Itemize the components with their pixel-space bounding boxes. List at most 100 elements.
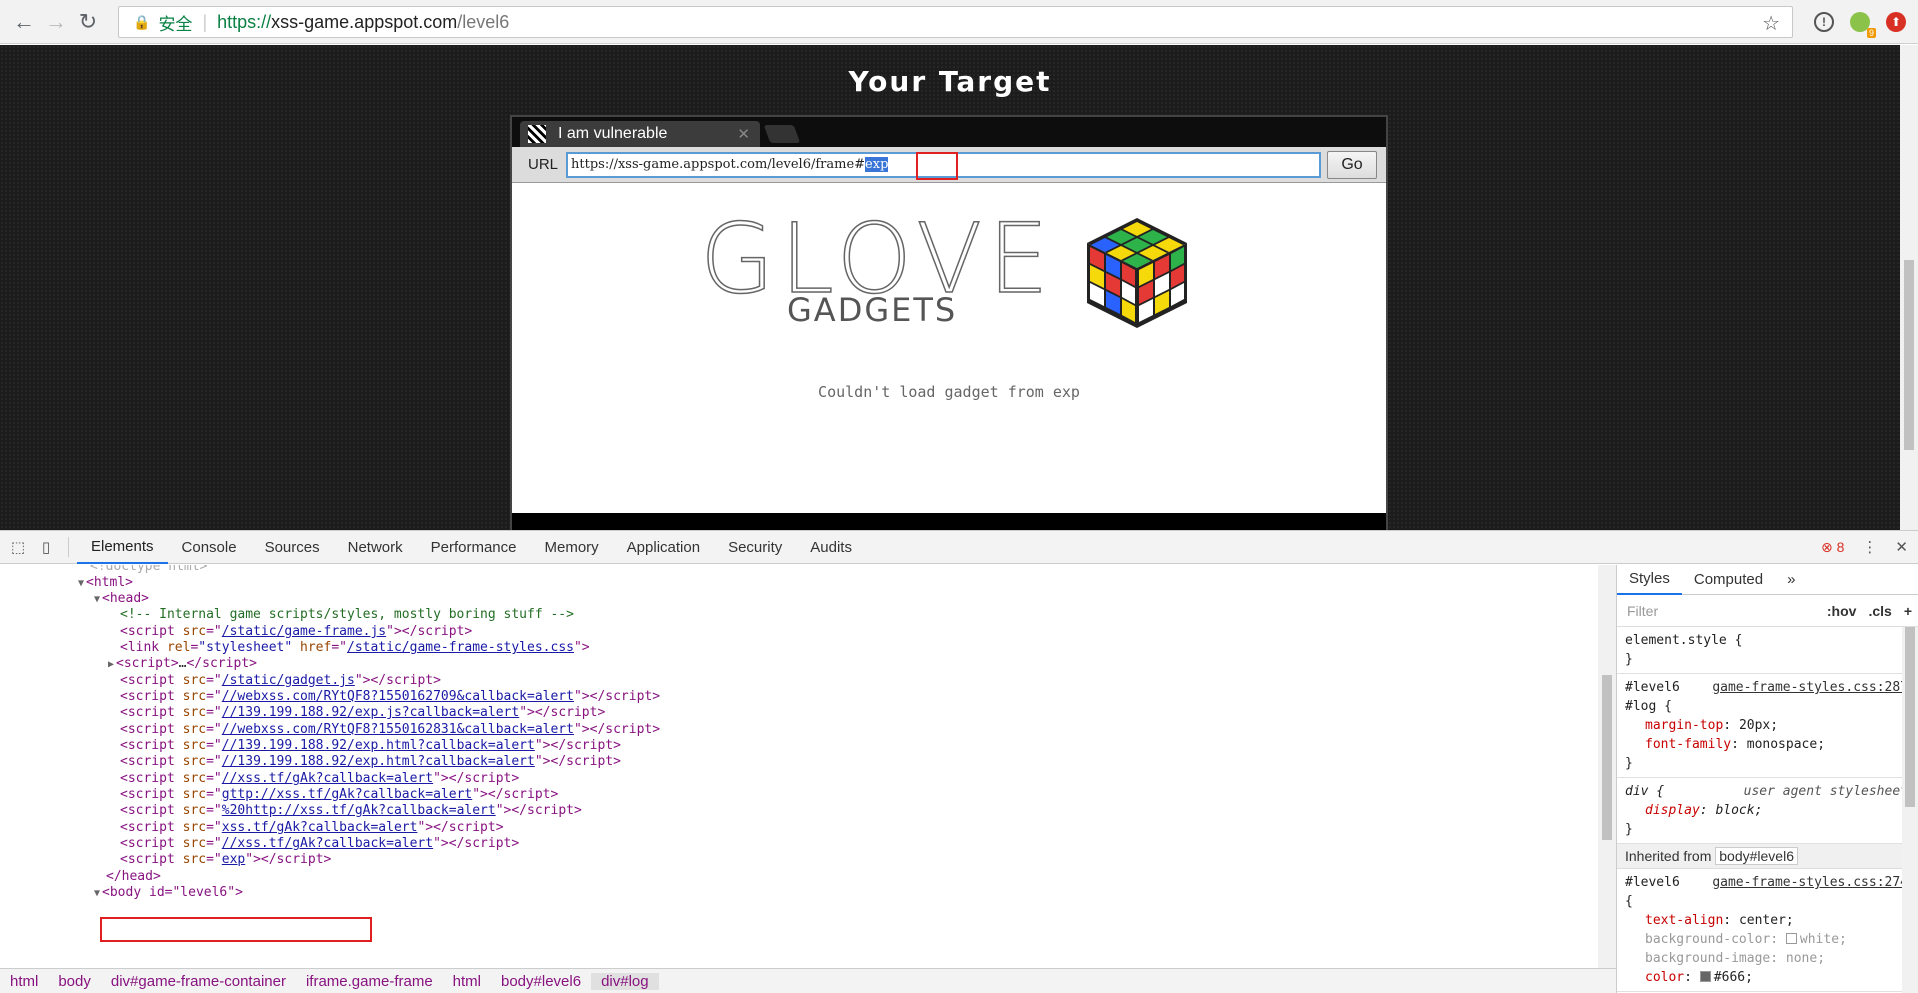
scroll-thumb[interactable]	[1904, 260, 1914, 450]
tab-console[interactable]: Console	[168, 530, 251, 564]
expand-arrow-icon[interactable]: ▶	[108, 659, 114, 670]
frame-url-input[interactable]: https://xss-game.appspot.com/level6/fram…	[566, 151, 1322, 180]
script-src-link[interactable]: /static/gadget.js	[222, 673, 355, 688]
frame-urlbar: URL https://xss-game.appspot.com/level6/…	[512, 147, 1386, 183]
rule-selector[interactable]: #log {	[1625, 697, 1910, 716]
rule-source-link[interactable]: game-frame-styles.css:287	[1712, 678, 1908, 697]
tab-performance[interactable]: Performance	[417, 530, 531, 564]
breadcrumb-item[interactable]: div#game-frame-container	[101, 973, 296, 990]
add-rule-icon[interactable]: +	[1904, 603, 1912, 619]
tab-sources[interactable]: Sources	[251, 530, 334, 564]
style-property[interactable]: background-image: none;	[1625, 949, 1910, 968]
back-button[interactable]: ←	[8, 6, 40, 38]
style-property[interactable]: margin-top: 20px;	[1625, 716, 1910, 735]
script-src-link[interactable]: %20http://xss.tf/gAk?callback=alert	[222, 803, 496, 818]
more-tabs-icon[interactable]: »	[1775, 565, 1807, 595]
cls-button[interactable]: .cls	[1868, 603, 1891, 619]
rule-selector[interactable]: element.style {	[1625, 631, 1910, 650]
breadcrumb-item[interactable]: iframe.game-frame	[296, 973, 443, 990]
close-devtools-icon[interactable]: ✕	[1895, 538, 1908, 556]
error-counter[interactable]: ⊗ 8	[1821, 539, 1844, 556]
style-property: display: block;	[1645, 803, 1763, 818]
page-scrollbar[interactable]	[1900, 45, 1918, 530]
tab-memory[interactable]: Memory	[531, 530, 613, 564]
url-path: /level6	[457, 11, 510, 32]
inherited-header: Inherited from body#level6	[1617, 844, 1918, 869]
breadcrumb-item[interactable]: body#level6	[491, 973, 591, 990]
tab-styles[interactable]: Styles	[1617, 565, 1682, 595]
color-swatch[interactable]	[1785, 933, 1797, 944]
device-toolbar-icon[interactable]: ▯	[32, 538, 60, 556]
rule-close: }	[1625, 756, 1633, 771]
tab-application[interactable]: Application	[613, 530, 714, 564]
elements-scrollbar[interactable]	[1598, 565, 1616, 968]
new-tab-button[interactable]	[763, 125, 801, 143]
rubiks-cube-image	[1087, 218, 1187, 328]
script-src-link[interactable]: //139.199.188.92/exp.html?callback=alert	[222, 738, 535, 753]
script-src-link[interactable]: //139.199.188.92/exp.js?callback=alert	[222, 705, 519, 720]
rule-close: }	[1625, 652, 1633, 667]
close-icon[interactable]: ✕	[737, 125, 750, 143]
expand-arrow-icon[interactable]: ▼	[78, 578, 84, 589]
frame-tab[interactable]: I am vulnerable ✕	[520, 121, 760, 147]
breadcrumb-item[interactable]: body	[48, 973, 101, 990]
scroll-thumb[interactable]	[1905, 627, 1915, 807]
style-property[interactable]: font-family: monospace;	[1625, 735, 1910, 754]
info-icon[interactable]: !	[1814, 12, 1834, 32]
color-swatch[interactable]	[1699, 971, 1711, 982]
breadcrumb-item[interactable]: html	[443, 973, 491, 990]
tab-elements[interactable]: Elements	[77, 530, 168, 564]
body-node[interactable]: ▼ <body id="level6">	[94, 883, 243, 903]
rule-source-link[interactable]: game-frame-styles.css:274	[1712, 873, 1908, 892]
tab-computed[interactable]: Computed	[1682, 565, 1775, 595]
devtools-right-controls: ⊗ 8 ⋮ ✕	[1821, 538, 1908, 557]
go-button[interactable]: Go	[1327, 150, 1378, 179]
style-property[interactable]: text-align: center;	[1625, 911, 1910, 930]
script-src-link[interactable]: gttp://xss.tf/gAk?callback=alert	[222, 787, 472, 802]
style-property[interactable]: color: #666;	[1625, 968, 1910, 987]
bookmark-star-icon[interactable]: ☆	[1762, 11, 1780, 36]
page-title: Your Target	[848, 65, 1052, 98]
ua-label: user agent stylesheet	[1743, 784, 1908, 799]
link-href[interactable]: /static/game-frame-styles.css	[347, 640, 574, 655]
reload-button[interactable]: ↻	[72, 6, 104, 38]
extension-icon[interactable]: 9	[1850, 12, 1876, 38]
secure-label: 安全	[158, 14, 193, 34]
address-bar[interactable]: 🔒 安全 | https:// xss-game.appspot.com /le…	[118, 6, 1793, 38]
script-src-link[interactable]: //139.199.188.92/exp.html?callback=alert	[222, 754, 535, 769]
highlight-box	[100, 917, 372, 942]
tab-audits[interactable]: Audits	[796, 530, 866, 564]
hov-button[interactable]: :hov	[1827, 603, 1857, 619]
tab-network[interactable]: Network	[334, 530, 417, 564]
frame-content: GLOVE GADGETS Couldn't load gadget from …	[512, 183, 1386, 513]
styles-filter-input[interactable]: Filter	[1623, 598, 1763, 623]
forward-button[interactable]: →	[40, 6, 72, 38]
expand-arrow-icon[interactable]: ▼	[94, 594, 100, 605]
inspect-icon[interactable]: ⬚	[4, 538, 32, 556]
style-rule: div { user agent stylesheet display: blo…	[1617, 778, 1918, 844]
script-src-link[interactable]: /static/game-frame.js	[222, 624, 386, 639]
tab-security[interactable]: Security	[714, 530, 796, 564]
breadcrumb-item[interactable]: html	[0, 973, 48, 990]
script-src-link[interactable]: xss.tf/gAk?callback=alert	[222, 820, 418, 835]
scroll-thumb[interactable]	[1602, 675, 1612, 840]
update-icon[interactable]: ⬆	[1886, 12, 1906, 32]
frame-tab-title: I am vulnerable	[558, 125, 668, 142]
script-src-link[interactable]: exp	[222, 852, 245, 867]
script-src-link[interactable]: //xss.tf/gAk?callback=alert	[222, 836, 433, 851]
style-property[interactable]: background-color: white;	[1625, 930, 1910, 949]
web-page: Your Target I am vulnerable ✕ URL https:…	[0, 45, 1900, 530]
breadcrumb-item[interactable]: div#log	[591, 972, 659, 990]
script-src-link[interactable]: //webxss.com/RYtQF8?1550162709&callback=…	[222, 689, 574, 704]
expand-arrow-icon[interactable]: ▼	[94, 888, 100, 899]
more-options-icon[interactable]: ⋮	[1862, 538, 1877, 556]
script-src-link[interactable]: //webxss.com/RYtQF8?1550162831&callback=…	[222, 722, 574, 737]
inherited-chip[interactable]: body#level6	[1715, 847, 1798, 865]
styles-scrollbar[interactable]	[1902, 627, 1918, 993]
styles-tabbar: Styles Computed »	[1617, 565, 1918, 595]
script-src-link[interactable]: //xss.tf/gAk?callback=alert	[222, 771, 433, 786]
url-host: xss-game.appspot.com	[271, 11, 458, 32]
url-label: URL	[528, 156, 559, 173]
rule-open: {	[1625, 894, 1633, 909]
lock-icon: 🔒	[133, 13, 151, 30]
